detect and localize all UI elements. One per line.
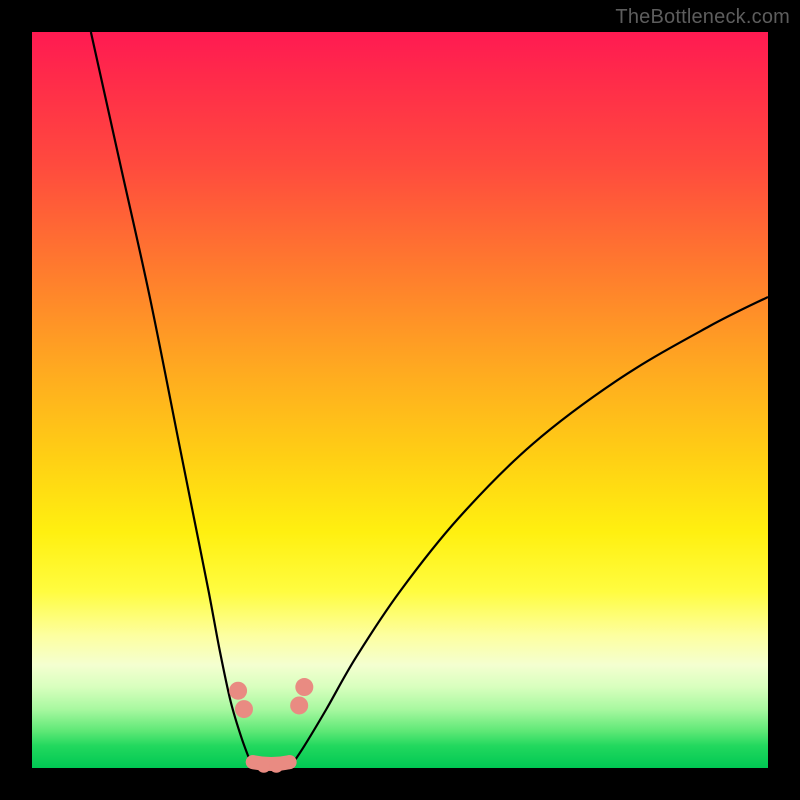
knot-right-upper	[295, 678, 313, 696]
floor-knot-4	[283, 755, 297, 769]
knot-right-lower	[290, 696, 308, 714]
knot-left-lower	[235, 700, 253, 718]
floor-knot-2	[257, 759, 271, 773]
plot-area	[32, 32, 768, 768]
curve-right-branch	[290, 297, 768, 768]
curve-left-branch	[91, 32, 253, 768]
watermark-text: TheBottleneck.com	[615, 6, 790, 29]
chart-frame: TheBottleneck.com	[0, 0, 800, 800]
knot-left-upper	[229, 682, 247, 700]
curve-layer	[32, 32, 768, 768]
floor-knot-3	[269, 759, 283, 773]
